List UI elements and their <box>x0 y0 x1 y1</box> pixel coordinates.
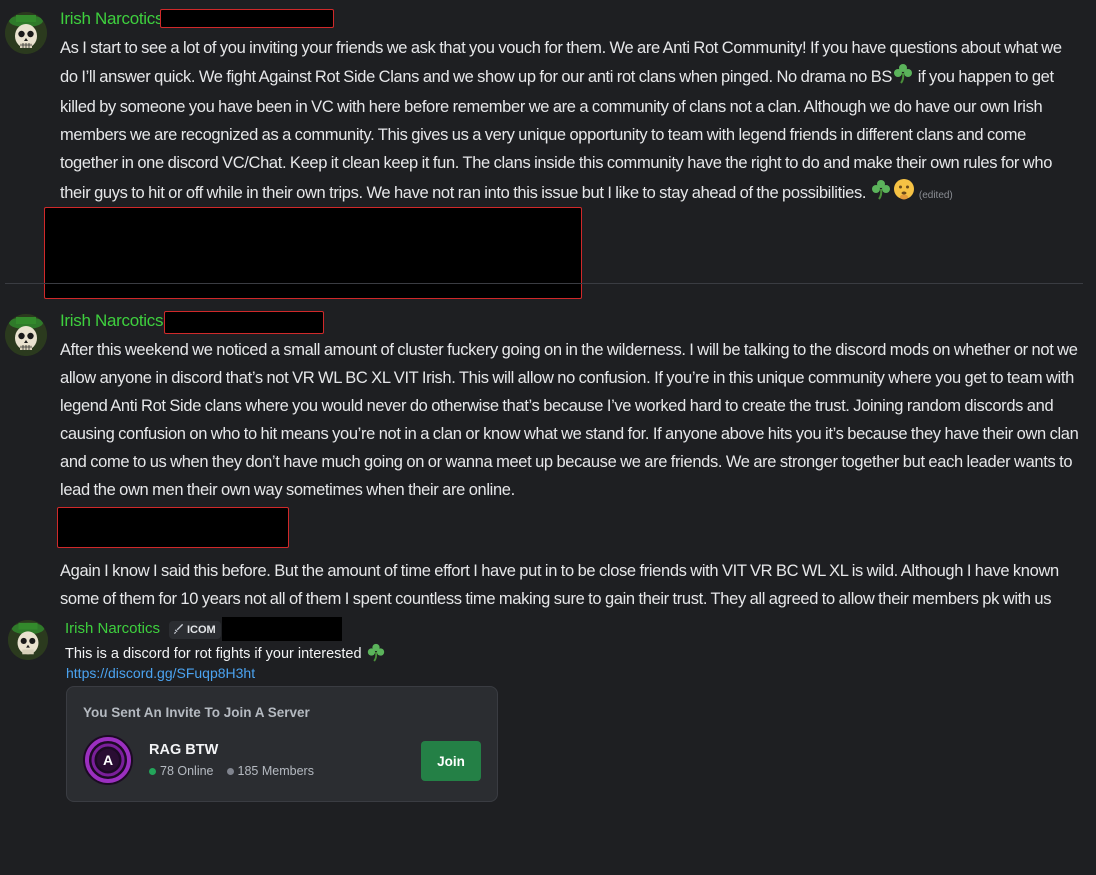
redacted-embed <box>44 207 582 299</box>
message-text: As I start to see a lot of you inviting … <box>60 34 1080 210</box>
message-text: This is a discord for rot fights if your… <box>65 642 386 666</box>
redacted-timestamp <box>164 311 324 334</box>
server-stats: 78 Online 185 Members <box>149 764 314 778</box>
role-tag[interactable]: ICOM <box>169 621 221 639</box>
username[interactable]: Irish Narcotics <box>60 9 163 29</box>
shamrock-emoji <box>892 62 914 93</box>
server-icon[interactable]: A <box>83 735 133 785</box>
avatar[interactable] <box>5 12 47 54</box>
member-count: 185 Members <box>237 764 314 778</box>
message-text-continued: Again I know I said this before. But the… <box>60 562 1059 608</box>
sword-icon <box>173 623 184 637</box>
avatar[interactable] <box>8 620 48 660</box>
message-divider <box>5 283 1083 284</box>
server-initial: A <box>103 752 113 768</box>
avatar[interactable] <box>5 314 47 356</box>
redacted-embed <box>57 507 289 548</box>
server-name[interactable]: RAG BTW <box>149 742 218 758</box>
username[interactable]: Irish Narcotics <box>65 620 160 637</box>
shamrock-emoji <box>366 642 386 666</box>
online-count: 78 Online <box>160 764 214 778</box>
invite-header: You Sent An Invite To Join A Server <box>83 705 310 720</box>
server-invite-card: You Sent An Invite To Join A Server A RA… <box>66 686 498 802</box>
redacted-timestamp <box>222 617 342 641</box>
thinking-face-emoji <box>892 177 916 210</box>
join-button[interactable]: Join <box>421 741 481 781</box>
shamrock-emoji <box>870 178 892 209</box>
username[interactable]: Irish Narcotics <box>60 311 163 331</box>
redacted-timestamp <box>160 9 334 28</box>
edited-label: (edited) <box>918 189 953 201</box>
message-text: After this weekend we noticed a small am… <box>60 341 1079 499</box>
online-dot-icon <box>149 767 156 775</box>
members-dot-icon <box>226 767 234 775</box>
invite-link[interactable]: https://discord.gg/SFuqp8H3ht <box>66 665 255 681</box>
